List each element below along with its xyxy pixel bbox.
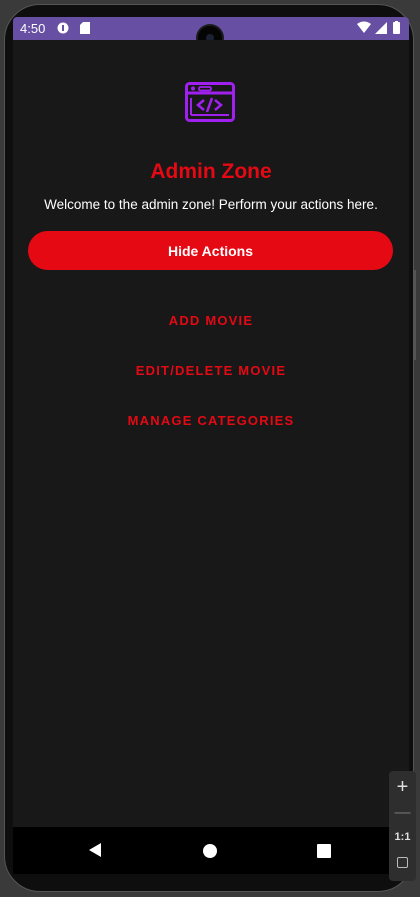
home-icon[interactable] [203,844,217,858]
page-subtitle: Welcome to the admin zone! Perform your … [44,197,378,212]
add-movie-button[interactable]: ADD MOVIE [13,312,409,329]
page-title: Admin Zone [150,160,272,183]
navigation-bar [13,827,409,874]
device-frame: 4:50 Admin Zone Welcome to the admin zon… [0,0,420,897]
status-system-icons [357,21,400,34]
manage-categories-button[interactable]: MANAGE CATEGORIES [13,412,409,429]
emulator-zoom-controls: + — 1:1 [389,771,416,881]
edit-delete-movie-button[interactable]: EDIT/DELETE MOVIE [13,362,409,379]
battery-icon [393,21,400,34]
back-icon[interactable] [88,842,102,858]
zoom-out-icon[interactable]: — [389,801,416,825]
admin-zone-content: Admin Zone Welcome to the admin zone! Pe… [13,40,409,827]
device-side-button [413,270,416,360]
status-time: 4:50 [20,21,46,36]
zoom-in-icon[interactable]: + [389,775,416,799]
zoom-actual-size-button[interactable]: 1:1 [389,831,416,843]
sd-card-icon [80,22,90,34]
recents-icon[interactable] [317,844,331,858]
notification-app-icon [57,22,69,34]
code-window-icon [185,82,235,122]
hide-actions-button[interactable]: Hide Actions [28,231,393,270]
signal-icon [375,22,387,34]
zoom-fit-icon[interactable] [397,857,408,868]
phone-screen: 4:50 Admin Zone Welcome to the admin zon… [13,17,409,874]
wifi-icon [357,21,371,33]
